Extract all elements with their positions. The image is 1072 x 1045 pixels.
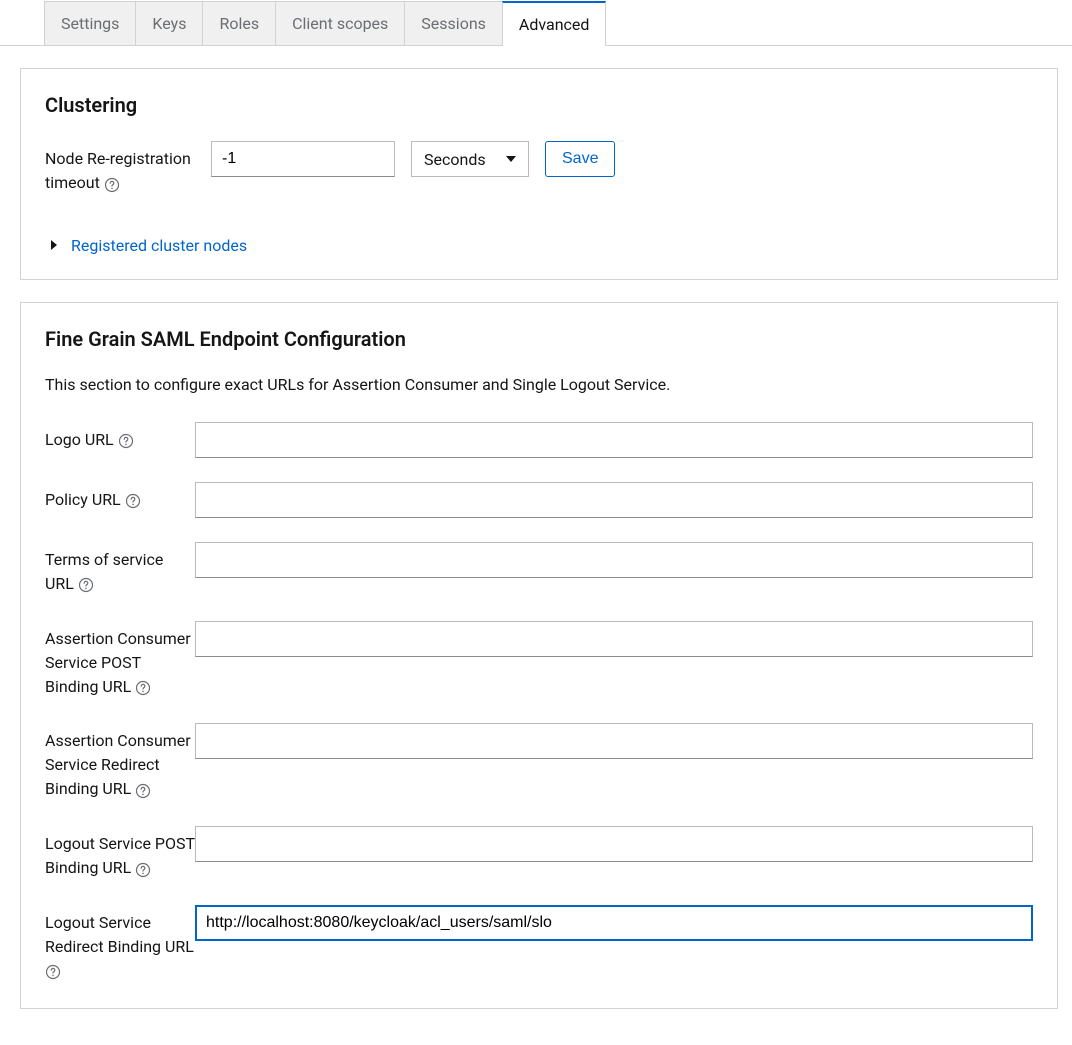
logo-url-input[interactable] bbox=[195, 422, 1033, 458]
help-icon[interactable] bbox=[104, 172, 120, 196]
tos-url-input[interactable] bbox=[195, 542, 1033, 578]
tab-keys[interactable]: Keys bbox=[135, 1, 203, 45]
logout-post-input[interactable] bbox=[195, 826, 1033, 862]
node-rereg-input[interactable] bbox=[211, 141, 395, 177]
acs-redirect-input[interactable] bbox=[195, 723, 1033, 759]
help-icon[interactable] bbox=[45, 960, 61, 984]
help-icon[interactable] bbox=[125, 489, 141, 513]
save-button[interactable]: Save bbox=[545, 141, 615, 177]
saml-title: Fine Grain SAML Endpoint Configuration bbox=[45, 327, 1033, 351]
registered-nodes-toggle[interactable]: Registered cluster nodes bbox=[45, 236, 1033, 255]
tos-url-label: Terms of service URL bbox=[45, 542, 195, 597]
chevron-right-icon bbox=[51, 240, 57, 250]
acs-post-input[interactable] bbox=[195, 621, 1033, 657]
caret-down-icon bbox=[506, 156, 516, 162]
logo-url-label: Logo URL bbox=[45, 422, 195, 453]
node-rereg-unit-select[interactable]: Seconds bbox=[411, 141, 529, 177]
acs-redirect-label: Assertion Consumer Service Redirect Bind… bbox=[45, 723, 195, 802]
logout-redirect-input[interactable] bbox=[195, 905, 1033, 941]
registered-nodes-link[interactable]: Registered cluster nodes bbox=[71, 236, 247, 255]
clustering-title: Clustering bbox=[45, 93, 1033, 117]
saml-panel: Fine Grain SAML Endpoint Configuration T… bbox=[20, 302, 1058, 1009]
clustering-panel: Clustering Node Re-registration timeout … bbox=[20, 68, 1058, 280]
logout-post-label: Logout Service POST Binding URL bbox=[45, 826, 195, 881]
saml-description: This section to configure exact URLs for… bbox=[45, 375, 1033, 394]
acs-post-label: Assertion Consumer Service POST Binding … bbox=[45, 621, 195, 700]
node-rereg-label: Node Re-registration timeout bbox=[45, 141, 195, 196]
help-icon[interactable] bbox=[135, 675, 151, 699]
tab-sessions[interactable]: Sessions bbox=[404, 1, 503, 45]
help-icon[interactable] bbox=[118, 429, 134, 453]
help-icon[interactable] bbox=[78, 573, 94, 597]
policy-url-label: Policy URL bbox=[45, 482, 195, 513]
help-icon[interactable] bbox=[135, 778, 151, 802]
tab-bar: Settings Keys Roles Client scopes Sessio… bbox=[0, 0, 1072, 46]
policy-url-input[interactable] bbox=[195, 482, 1033, 518]
unit-selected: Seconds bbox=[424, 150, 486, 169]
logout-redirect-label: Logout Service Redirect Binding URL bbox=[45, 905, 195, 984]
tab-roles[interactable]: Roles bbox=[202, 1, 276, 45]
help-icon[interactable] bbox=[135, 857, 151, 881]
tab-client-scopes[interactable]: Client scopes bbox=[275, 1, 405, 45]
tab-advanced[interactable]: Advanced bbox=[502, 1, 607, 46]
tab-settings[interactable]: Settings bbox=[44, 1, 136, 45]
